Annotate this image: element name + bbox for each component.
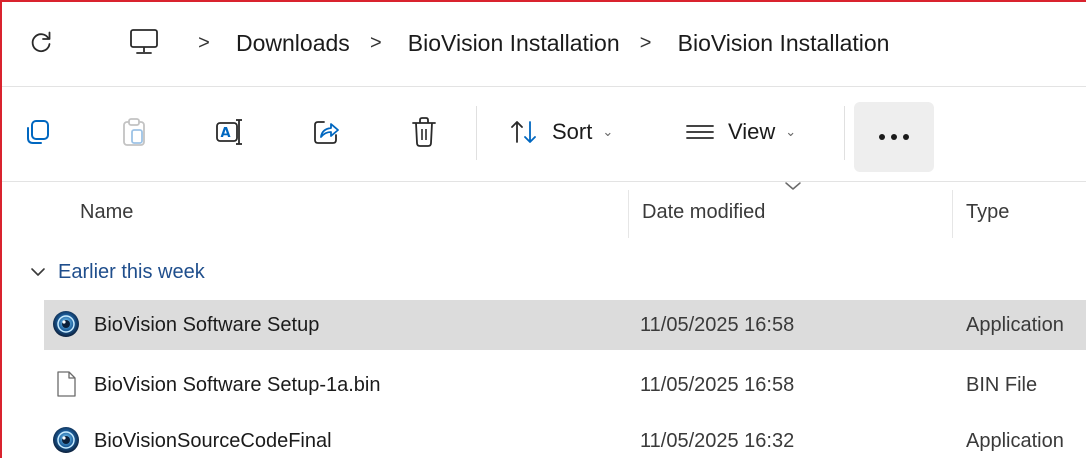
file-type: Application [966, 314, 1064, 336]
group-header[interactable]: Earlier this week [30, 252, 205, 292]
breadcrumb-biovision-installation-current[interactable]: BioVision Installation [672, 30, 896, 57]
more-options-button[interactable] [854, 102, 934, 172]
view-icon [686, 125, 714, 139]
new-icon[interactable] [18, 102, 58, 162]
group-label: Earlier this week [58, 260, 205, 283]
file-icon [52, 370, 80, 398]
file-name: BioVisionSourceCodeFinal [94, 430, 332, 452]
breadcrumb-separator[interactable]: > [190, 32, 218, 55]
app-icon [52, 426, 80, 454]
sort-button[interactable]: Sort ⌄ [508, 102, 613, 162]
more-icon [903, 134, 909, 140]
more-icon [879, 134, 885, 140]
share-icon[interactable] [306, 102, 346, 162]
column-header-type[interactable]: Type [966, 182, 1009, 242]
rename-icon[interactable]: A [210, 102, 250, 162]
file-date-modified: 11/05/2025 16:58 [640, 374, 795, 396]
command-bar: A Sort ⌄ View ⌄ [2, 88, 1086, 180]
app-icon [52, 310, 80, 338]
this-pc-icon[interactable] [124, 22, 164, 62]
file-date-modified: 11/05/2025 16:32 [640, 430, 795, 452]
chevron-down-icon: ⌄ [785, 124, 797, 139]
delete-icon[interactable] [404, 102, 444, 162]
column-header-name[interactable]: Name [80, 182, 133, 242]
breadcrumb-downloads[interactable]: Downloads [230, 30, 356, 57]
toolbar-divider [476, 106, 477, 160]
sort-label: Sort [552, 119, 593, 144]
paste-icon[interactable] [114, 102, 154, 162]
file-type: BIN File [966, 374, 1038, 396]
file-name: BioVision Software Setup-1a.bin [94, 374, 381, 396]
file-row[interactable]: BioVision Software Setup-1a.bin 11/05/20… [44, 360, 1086, 410]
file-row[interactable]: BioVisionSourceCodeFinal 11/05/2025 16:3… [44, 416, 1086, 466]
address-bar: > Downloads > BioVision Installation > B… [2, 2, 1086, 84]
view-label: View [728, 119, 776, 144]
refresh-icon[interactable] [26, 24, 56, 60]
breadcrumb-biovision-installation[interactable]: BioVision Installation [402, 30, 626, 57]
column-divider[interactable] [952, 190, 953, 238]
breadcrumb: > Downloads > BioVision Installation > B… [184, 2, 895, 84]
breadcrumb-separator[interactable]: > [362, 32, 390, 55]
toolbar-divider [844, 106, 845, 160]
file-date-modified: 11/05/2025 16:58 [640, 314, 795, 336]
column-header-date-modified[interactable]: Date modified [642, 182, 765, 242]
file-row[interactable]: BioVision Software Setup 11/05/2025 16:5… [44, 300, 1086, 350]
breadcrumb-separator[interactable]: > [632, 32, 660, 55]
divider [2, 86, 1086, 87]
divider [2, 181, 1086, 182]
svg-text:A: A [221, 126, 231, 141]
file-type: Application [966, 430, 1064, 452]
chevron-down-icon [30, 267, 46, 277]
sort-icon [511, 121, 536, 143]
chevron-down-icon: ⌄ [602, 124, 614, 139]
view-button[interactable]: View ⌄ [684, 102, 796, 162]
column-divider[interactable] [628, 190, 629, 238]
sort-indicator-icon [784, 178, 802, 196]
more-icon [891, 134, 897, 140]
file-name: BioVision Software Setup [94, 314, 320, 336]
